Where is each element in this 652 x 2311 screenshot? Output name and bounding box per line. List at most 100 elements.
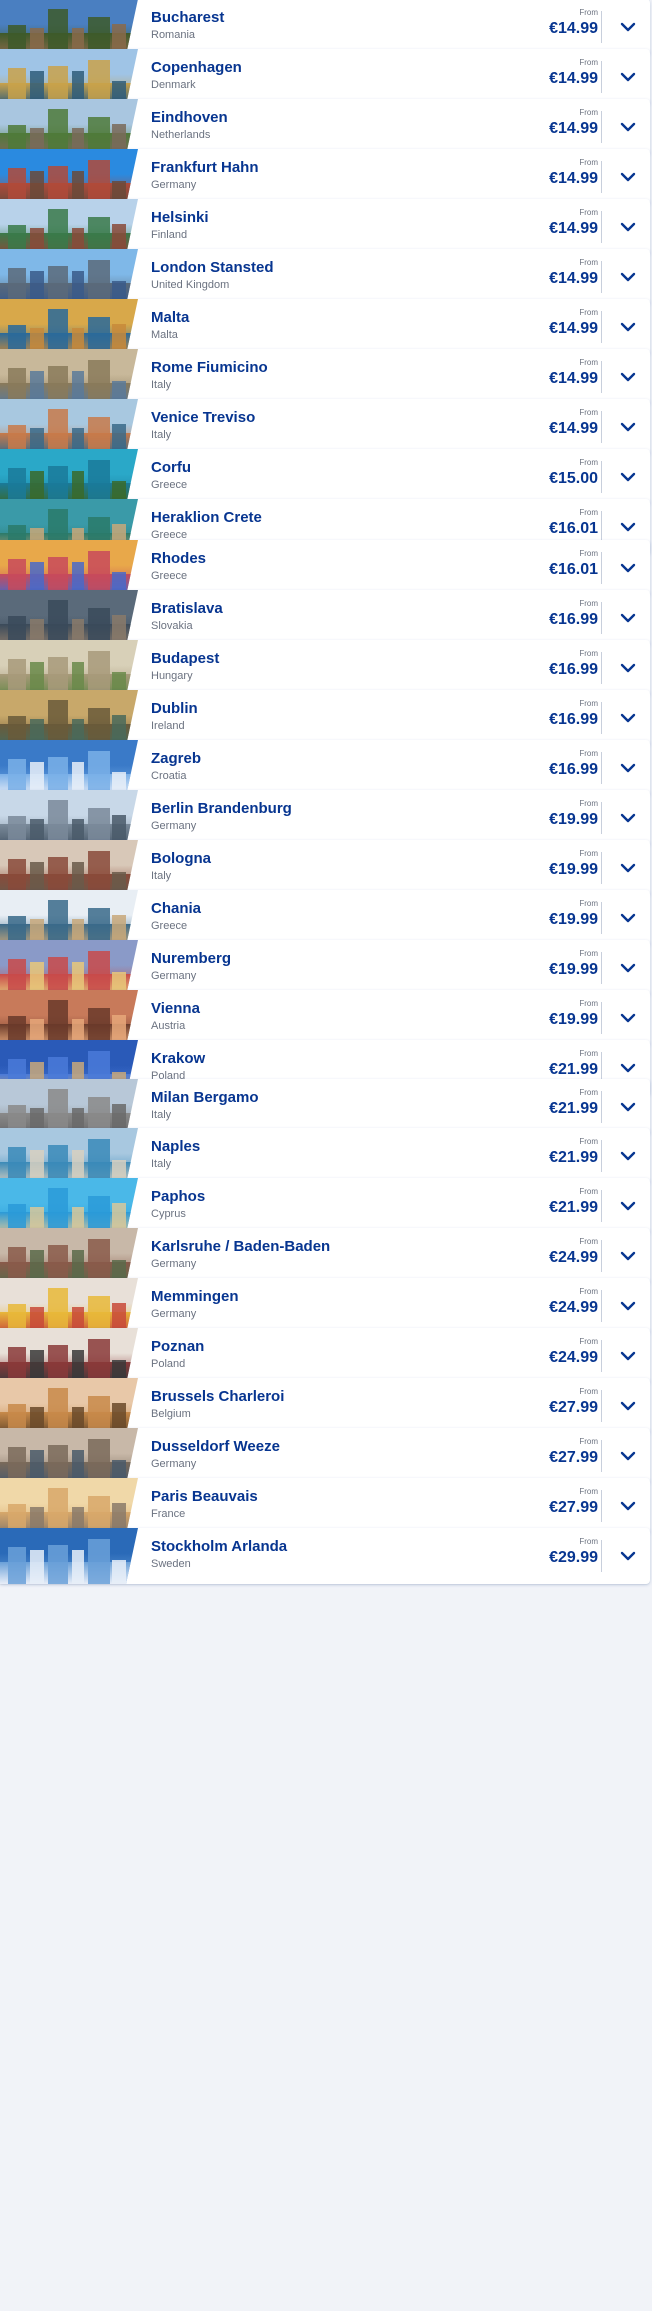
divider: [601, 552, 602, 584]
destination-card[interactable]: Malta Malta From €14.99: [0, 299, 650, 355]
destination-card[interactable]: Nuremberg Germany From €19.99: [0, 940, 650, 996]
price-block: From €15.00: [518, 458, 598, 489]
chevron-down-icon: [620, 713, 636, 723]
country-name: Cyprus: [151, 1208, 186, 1220]
market-square-image: [0, 1328, 138, 1384]
expand-button[interactable]: [616, 1444, 640, 1468]
expand-button[interactable]: [616, 1006, 640, 1030]
destination-card[interactable]: Milan Bergamo Italy From €21.99: [0, 1079, 650, 1135]
destination-card[interactable]: Memmingen Germany From €24.99: [0, 1278, 650, 1334]
expand-button[interactable]: [616, 706, 640, 730]
expand-button[interactable]: [616, 165, 640, 189]
divider: [601, 1240, 602, 1272]
expand-button[interactable]: [616, 1095, 640, 1119]
country-name: Italy: [151, 870, 172, 882]
fare-price: €16.99: [549, 611, 598, 628]
expand-button[interactable]: [616, 906, 640, 930]
chevron-down-icon: [620, 1551, 636, 1561]
expand-button[interactable]: [616, 215, 640, 239]
destination-names: Vienna Austria: [151, 1000, 530, 1033]
expand-button[interactable]: [616, 1056, 640, 1080]
price-block: From €16.01: [518, 508, 598, 539]
destination-card[interactable]: Rome Fiumicino Italy From €14.99: [0, 349, 650, 405]
rooftops-towers-image: [0, 840, 138, 896]
destination-card[interactable]: Venice Treviso Italy From €14.99: [0, 399, 650, 455]
fare-price: €16.99: [549, 761, 598, 778]
destination-card[interactable]: Bologna Italy From €19.99: [0, 840, 650, 896]
from-label: From: [579, 1337, 598, 1346]
expand-button[interactable]: [616, 65, 640, 89]
destination-card[interactable]: Eindhoven Netherlands From €14.99: [0, 99, 650, 155]
destination-card[interactable]: Zagreb Croatia From €16.99: [0, 740, 650, 796]
expand-button[interactable]: [616, 756, 640, 780]
city-name: Krakow: [151, 1050, 206, 1067]
price-block: From €24.99: [518, 1287, 598, 1318]
from-label: From: [579, 408, 598, 417]
expand-button[interactable]: [616, 1144, 640, 1168]
destination-card[interactable]: Vienna Austria From €19.99: [0, 990, 650, 1046]
colorful-facades-image: [0, 940, 138, 996]
city-name: Bologna: [151, 850, 211, 867]
destination-card[interactable]: Paphos Cyprus From €21.99: [0, 1178, 650, 1234]
price-block: From €21.99: [518, 1088, 598, 1119]
destination-card[interactable]: London Stansted United Kingdom From €14.99: [0, 249, 650, 305]
expand-button[interactable]: [616, 1194, 640, 1218]
harbor-waterfront-image: [0, 890, 138, 946]
destination-card[interactable]: Dublin Ireland From €16.99: [0, 690, 650, 746]
destination-card[interactable]: Frankfurt Hahn Germany From €14.99: [0, 149, 650, 205]
destination-card[interactable]: Naples Italy From €21.99: [0, 1128, 650, 1184]
expand-button[interactable]: [616, 15, 640, 39]
city-name: Nuremberg: [151, 950, 232, 967]
destination-card[interactable]: Dusseldorf Weeze Germany From €27.99: [0, 1428, 650, 1484]
expand-button[interactable]: [616, 1294, 640, 1318]
destination-card[interactable]: Stockholm Arlanda Sweden From €29.99: [0, 1528, 650, 1584]
expand-button[interactable]: [616, 606, 640, 630]
expand-button[interactable]: [616, 1344, 640, 1368]
expand-button[interactable]: [616, 115, 640, 139]
destination-card[interactable]: Bratislava Slovakia From €16.99: [0, 590, 650, 646]
destination-names: Zagreb Croatia: [151, 750, 530, 783]
destination-card[interactable]: Chania Greece From €19.99: [0, 890, 650, 946]
expand-button[interactable]: [616, 515, 640, 539]
expand-button[interactable]: [616, 1544, 640, 1568]
expand-button[interactable]: [616, 556, 640, 580]
expand-button[interactable]: [616, 1394, 640, 1418]
expand-button[interactable]: [616, 956, 640, 980]
destination-card[interactable]: Rhodes Greece From €16.01: [0, 540, 650, 596]
expand-button[interactable]: [616, 1244, 640, 1268]
destination-names: Berlin Brandenburg Germany: [151, 800, 530, 833]
fare-price: €24.99: [549, 1249, 598, 1266]
destination-card[interactable]: Karlsruhe / Baden-Baden Germany From €24.99: [0, 1228, 650, 1284]
canal-city-image: [0, 399, 138, 455]
destination-card[interactable]: Poznan Poland From €24.99: [0, 1328, 650, 1384]
old-town-hill-image: [0, 590, 138, 646]
expand-button[interactable]: [616, 465, 640, 489]
country-name: Greece: [151, 479, 188, 491]
expand-button[interactable]: [616, 1494, 640, 1518]
destination-names: Paris Beauvais France: [151, 1488, 530, 1521]
from-label: From: [579, 358, 598, 367]
expand-button[interactable]: [616, 415, 640, 439]
price-block: From €27.99: [518, 1387, 598, 1418]
divider: [601, 111, 602, 143]
destination-card[interactable]: Helsinki Finland From €14.99: [0, 199, 650, 255]
expand-button[interactable]: [616, 365, 640, 389]
chevron-down-icon: [620, 563, 636, 573]
destination-card[interactable]: Bucharest Romania From €14.99: [0, 0, 650, 55]
city-name: Dublin: [151, 700, 198, 717]
destination-card[interactable]: Copenhagen Denmark From €14.99: [0, 49, 650, 105]
destination-card[interactable]: Berlin Brandenburg Germany From €19.99: [0, 790, 650, 846]
expand-button[interactable]: [616, 806, 640, 830]
destination-card[interactable]: Budapest Hungary From €16.99: [0, 640, 650, 696]
destination-card[interactable]: Brussels Charleroi Belgium From €27.99: [0, 1378, 650, 1434]
expand-button[interactable]: [616, 856, 640, 880]
destination-card[interactable]: Paris Beauvais France From €27.99: [0, 1478, 650, 1534]
country-name: Belgium: [151, 1408, 191, 1420]
fishermans-bastion-image: [0, 640, 138, 696]
destination-card[interactable]: Corfu Greece From €15.00: [0, 449, 650, 505]
city-name: Memmingen: [151, 1288, 239, 1305]
expand-button[interactable]: [616, 315, 640, 339]
expand-button[interactable]: [616, 265, 640, 289]
chevron-down-icon: [620, 863, 636, 873]
expand-button[interactable]: [616, 656, 640, 680]
